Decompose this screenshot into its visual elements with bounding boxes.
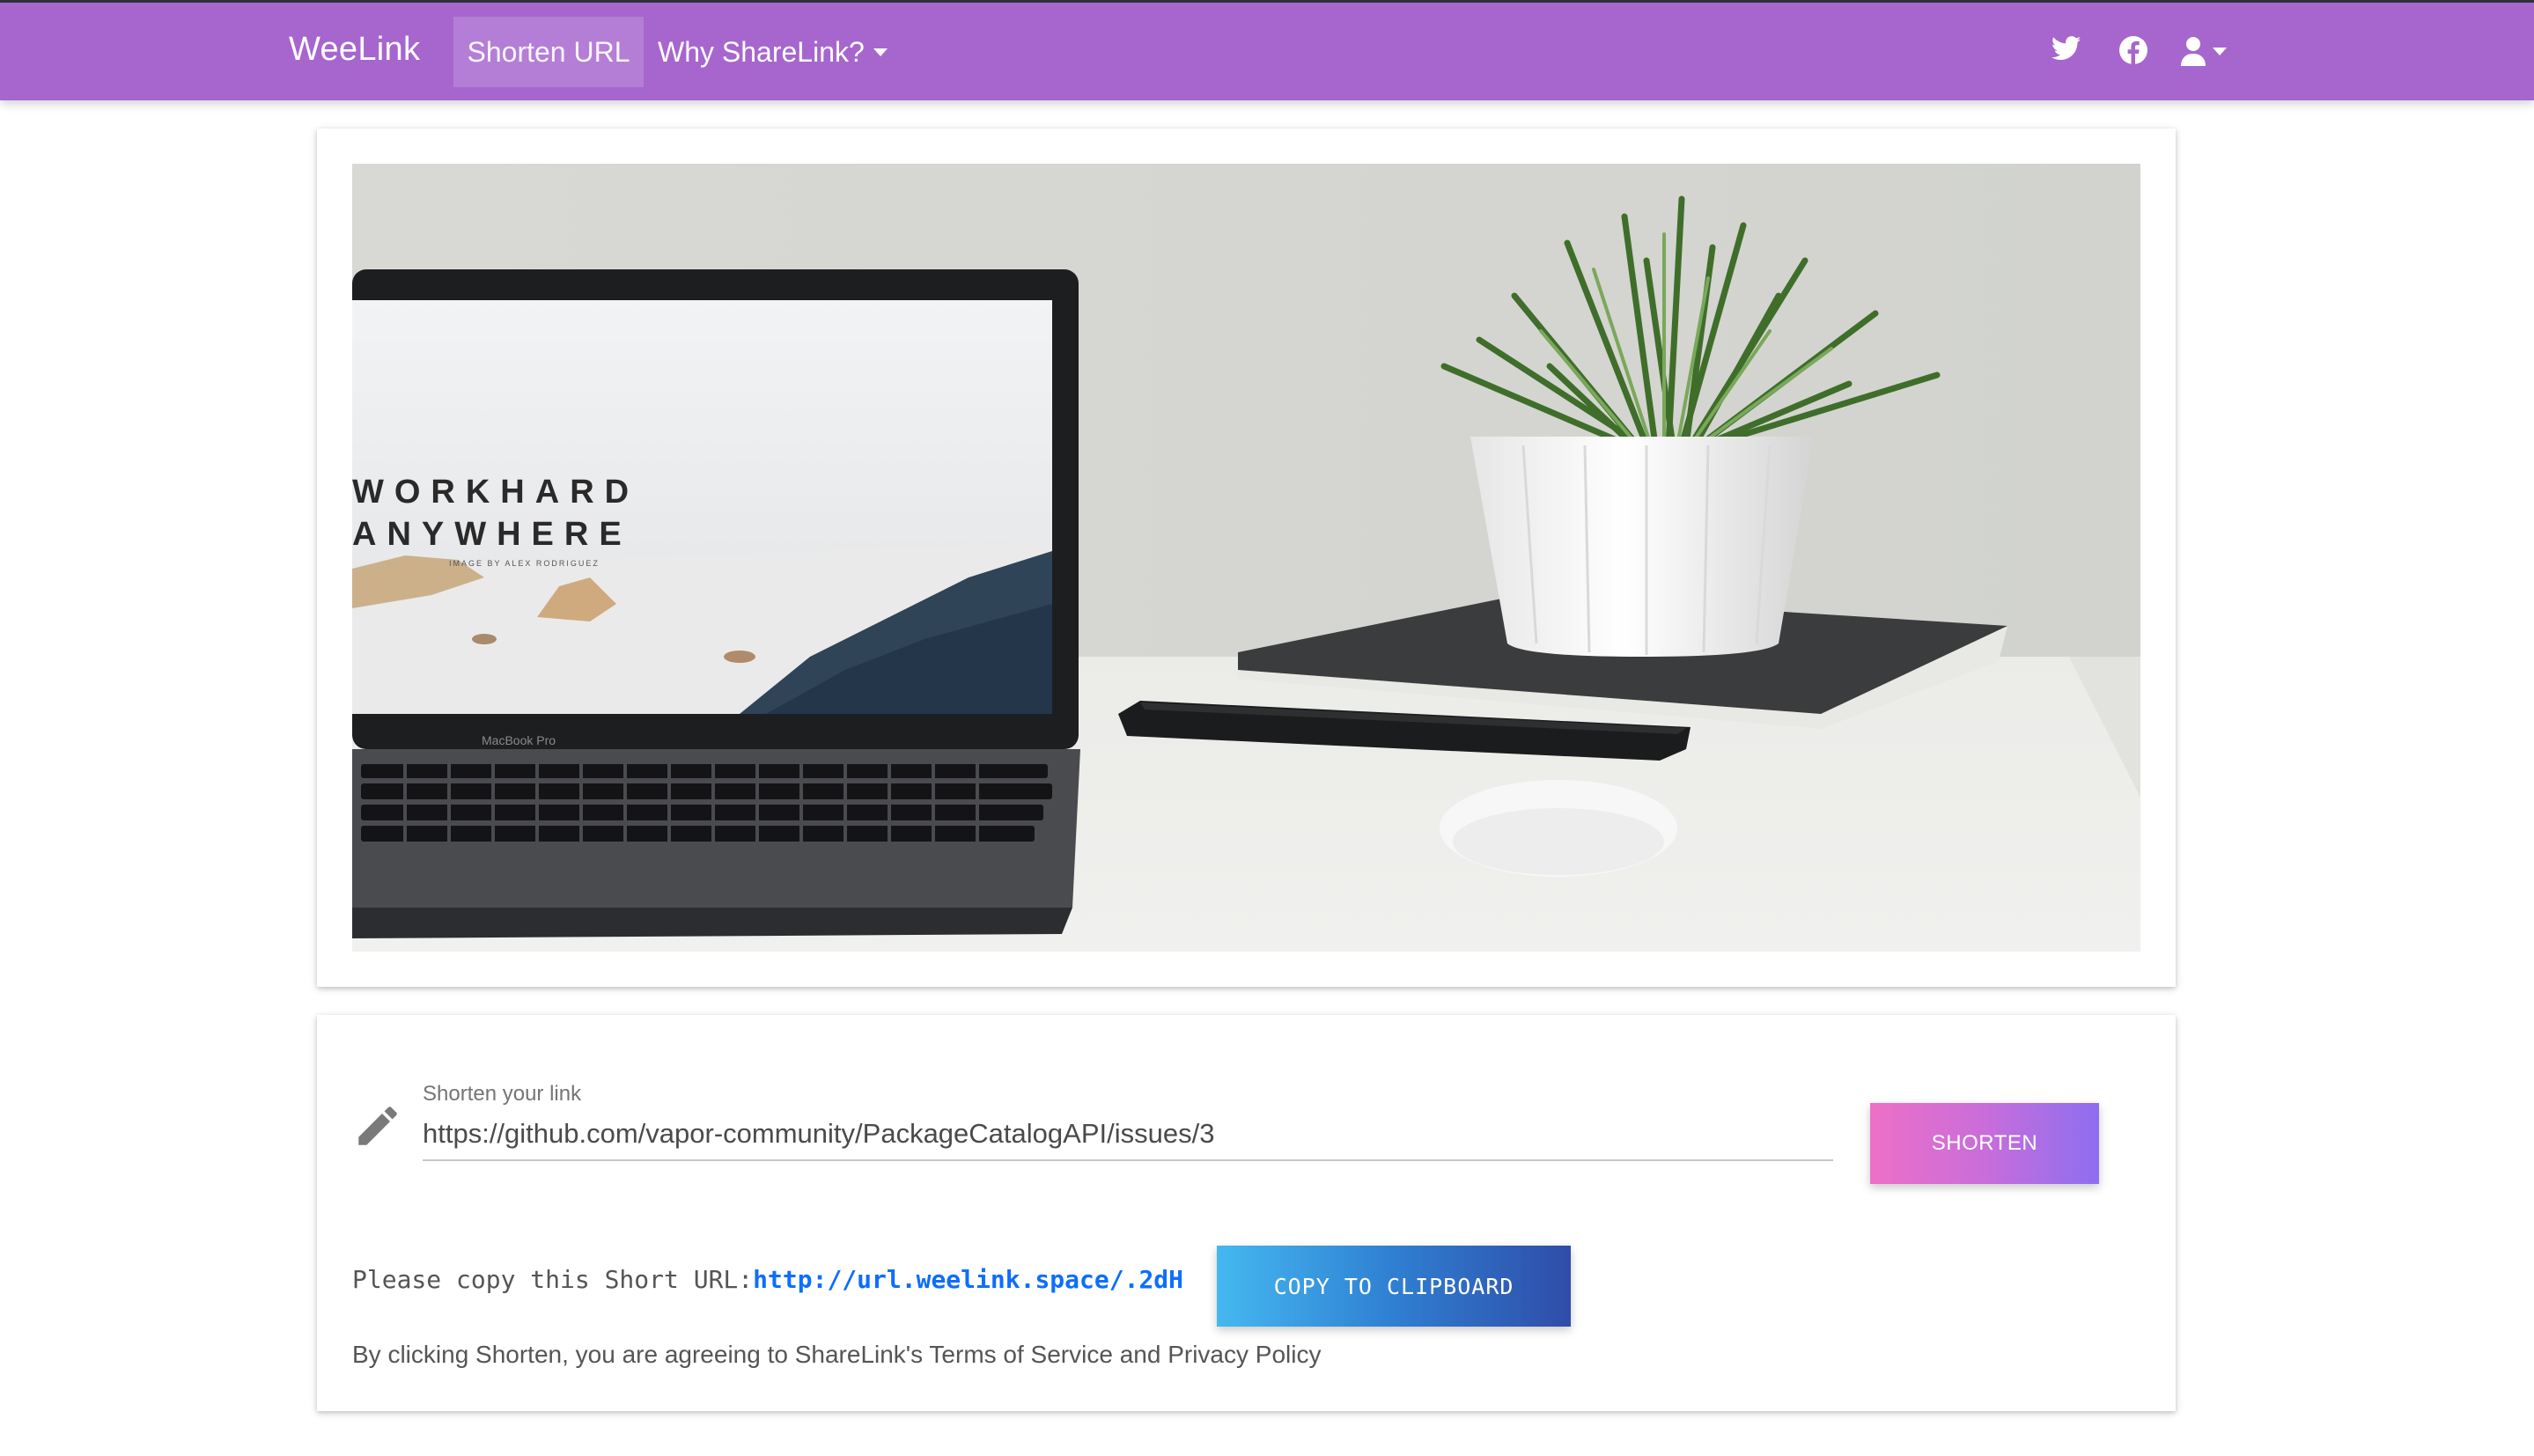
caret-down-icon bbox=[2213, 47, 2227, 55]
pencil-icon bbox=[352, 1100, 403, 1156]
laptop-screen-line1: WORKHARD bbox=[352, 474, 639, 511]
nav-why-sharelink-label: Why ShareLink? bbox=[658, 35, 865, 68]
brand-logo[interactable]: WeeLink bbox=[289, 31, 420, 69]
facebook-icon[interactable] bbox=[2119, 36, 2147, 64]
user-icon bbox=[2181, 37, 2206, 66]
laptop-screen-credit: IMAGE BY ALEX RODRIGUEZ bbox=[449, 559, 600, 568]
terms-notice: By clicking Shorten, you are agreeing to… bbox=[352, 1341, 1322, 1368]
user-menu[interactable] bbox=[2179, 36, 2227, 66]
short-url-row: Please copy this Short URL: http://url.we… bbox=[352, 1261, 1183, 1297]
laptop-brand: MacBook Pro bbox=[482, 733, 556, 747]
shorten-field-label: Shorten your link bbox=[423, 1082, 582, 1106]
top-navbar: WeeLink Shorten URL Why ShareLink? bbox=[0, 0, 2534, 100]
twitter-icon[interactable] bbox=[2052, 36, 2081, 61]
laptop-screen-line2: ANYWHERE bbox=[352, 516, 632, 553]
url-input[interactable] bbox=[423, 1108, 1833, 1161]
shorten-card: Shorten your link SHORTEN Please copy th… bbox=[317, 1015, 2176, 1411]
hero-card: WORKHARD ANYWHERE IMAGE BY ALEX RODRIGUE… bbox=[317, 129, 2176, 987]
copy-prompt: Please copy this Short URL: bbox=[352, 1264, 754, 1294]
copy-to-clipboard-button[interactable]: COPY TO CLIPBOARD bbox=[1217, 1246, 1571, 1327]
shorten-button[interactable]: SHORTEN bbox=[1870, 1103, 2099, 1184]
nav-shorten-url[interactable]: Shorten URL bbox=[453, 17, 644, 87]
hero-image: WORKHARD ANYWHERE IMAGE BY ALEX RODRIGUE… bbox=[352, 164, 2140, 952]
caret-down-icon bbox=[873, 48, 888, 56]
nav-why-sharelink-dropdown[interactable]: Why ShareLink? bbox=[658, 17, 888, 87]
short-url-link[interactable]: http://url.weelink.space/.2dH bbox=[753, 1265, 1183, 1294]
